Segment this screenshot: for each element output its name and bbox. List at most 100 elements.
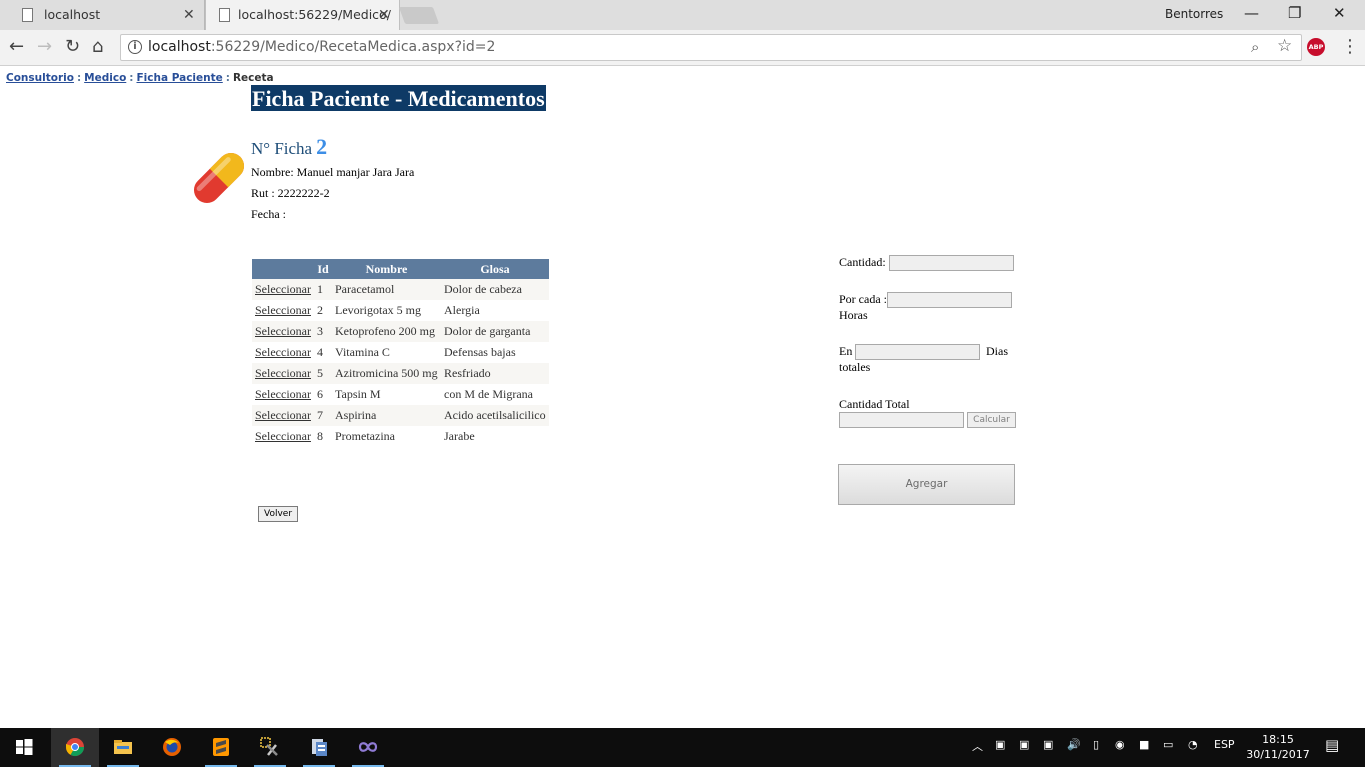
cantidad-total-input[interactable] <box>839 412 964 428</box>
close-tab-icon[interactable]: ✕ <box>378 0 390 30</box>
calcular-button[interactable]: Calcular <box>967 412 1016 428</box>
start-button[interactable] <box>0 728 48 767</box>
network-drive-icon[interactable]: ▣ <box>1019 738 1029 751</box>
close-window-icon[interactable]: ✕ <box>1333 4 1346 22</box>
taskbar-clock[interactable]: 18:15 30/11/2017 <box>1238 732 1318 762</box>
tab-title: localhost:56229/Medico/ <box>238 7 391 22</box>
breadcrumb-link-ficha-paciente[interactable]: Ficha Paciente <box>136 72 222 84</box>
cantidad-input[interactable] <box>889 255 1014 271</box>
profile-name[interactable]: Bentorres <box>1165 7 1223 21</box>
info-icon[interactable]: i <box>128 40 142 54</box>
select-link[interactable]: Seleccionar <box>255 408 311 422</box>
tab-title: localhost <box>44 7 101 22</box>
reload-icon[interactable]: ↻ <box>65 36 80 58</box>
select-link[interactable]: Seleccionar <box>255 324 311 338</box>
volver-button[interactable]: Volver <box>258 506 298 522</box>
sync-icon[interactable]: ◉ <box>1115 738 1125 751</box>
battery-icon[interactable]: ▭ <box>1163 738 1173 751</box>
cell-id: 7 <box>314 405 332 426</box>
cell-glosa: con M de Migrana <box>444 387 533 401</box>
breadcrumb-link-medico[interactable]: Medico <box>84 72 126 84</box>
browser-tab-localhost[interactable]: localhost ✕ <box>0 0 205 30</box>
taskbar-firefox[interactable] <box>148 728 196 767</box>
cell-nombre: Levorigotax 5 mg <box>335 303 421 317</box>
page-title: Ficha Paciente - Medicamentos <box>251 85 546 111</box>
language-indicator[interactable]: ESP <box>1214 738 1235 751</box>
horas-label: Horas <box>839 308 868 322</box>
cell-glosa: Defensas bajas <box>444 345 516 359</box>
cell-id: 4 <box>317 345 323 359</box>
taskbar-chrome[interactable] <box>51 728 99 767</box>
breadcrumb: Consultorio: Medico: Ficha Paciente: Receta <box>6 72 274 84</box>
cell-nombre: Vitamina C <box>335 345 390 359</box>
windows-taskbar: ︿ ▣ ▣ ▣ 🔊 ▯ ◉ ■ ▭ ◔ ESP 18:15 30/11/2017… <box>0 728 1365 767</box>
dias-input[interactable] <box>855 344 980 360</box>
taskbar-file-explorer[interactable] <box>99 728 147 767</box>
sql-server-icon <box>312 739 327 756</box>
select-link[interactable]: Seleccionar <box>255 303 311 317</box>
select-link[interactable]: Seleccionar <box>255 345 311 359</box>
firefox-icon <box>163 738 181 756</box>
volume-icon[interactable]: 🔊 <box>1067 738 1081 751</box>
home-icon[interactable]: ⌂ <box>92 36 103 58</box>
patient-fecha: Fecha : <box>251 207 286 221</box>
tools-icon <box>260 737 278 756</box>
security-icon[interactable]: ■ <box>1139 738 1149 751</box>
por-cada-label: Por cada : <box>839 292 887 306</box>
browser-menu-icon[interactable]: ⋮ <box>1341 36 1359 57</box>
minimize-icon[interactable]: — <box>1244 4 1259 22</box>
page-content: Consultorio: Medico: Ficha Paciente: Receta… <box>0 67 1365 728</box>
visual-studio-icon <box>358 742 378 752</box>
tray-overflow-icon[interactable]: ︿ <box>972 738 983 754</box>
table-row: Seleccionar 1 Paracetamol Dolor de cabez… <box>252 279 549 300</box>
page-icon <box>22 8 33 22</box>
select-link[interactable]: Seleccionar <box>255 366 311 380</box>
breadcrumb-current: Receta <box>232 72 274 84</box>
cell-nombre: Azitromicina 500 mg <box>332 363 441 384</box>
bookmark-star-icon[interactable]: ☆ <box>1277 36 1292 56</box>
table-row: Seleccionar 7 Aspirina Acido acetilsalic… <box>252 405 549 426</box>
table-row: Seleccionar 2 Levorigotax 5 mg Alergia <box>252 300 549 321</box>
adblock-plus-icon[interactable]: ABP <box>1307 38 1325 56</box>
medicamentos-table: Id Nombre Glosa Seleccionar 1 Paracetamo… <box>252 259 549 447</box>
cell-glosa: Jarabe <box>444 429 475 443</box>
pill-icon <box>193 152 245 204</box>
zoom-icon[interactable]: ⌕ <box>1251 38 1259 56</box>
table-row: Seleccionar 6 Tapsin M con M de Migrana <box>252 384 549 405</box>
por-cada-input[interactable] <box>887 292 1012 308</box>
address-bar[interactable]: i localhost:56229/Medico/RecetaMedica.as… <box>120 34 1302 61</box>
cell-nombre: Aspirina <box>332 405 441 426</box>
network-drive-icon[interactable]: ▣ <box>1043 738 1053 751</box>
en-label: En <box>839 344 853 358</box>
taskbar-sql-server[interactable] <box>295 728 343 767</box>
browser-tab-active[interactable]: localhost:56229/Medico/ ✕ <box>205 0 400 30</box>
forward-icon[interactable]: → <box>37 36 52 58</box>
cell-id: 8 <box>317 429 323 443</box>
cell-id: 1 <box>314 279 332 300</box>
select-link[interactable]: Seleccionar <box>255 387 311 401</box>
usb-icon[interactable]: ▯ <box>1093 738 1099 751</box>
action-center-icon[interactable]: ▤ <box>1325 736 1339 754</box>
cell-id: 6 <box>317 387 323 401</box>
select-link[interactable]: Seleccionar <box>255 282 311 296</box>
network-drive-icon[interactable]: ▣ <box>995 738 1005 751</box>
taskbar-tools[interactable] <box>246 728 294 767</box>
browser-tab-strip: localhost ✕ localhost:56229/Medico/ ✕ Be… <box>0 0 1365 30</box>
ficha-number: 2 <box>316 134 328 159</box>
cell-glosa: Resfriado <box>441 363 549 384</box>
start-icon <box>16 739 33 755</box>
cell-glosa: Dolor de garganta <box>441 321 549 342</box>
back-icon[interactable]: ← <box>9 36 24 58</box>
wifi-icon[interactable]: ◔ <box>1188 738 1198 751</box>
taskbar-sublime-text[interactable] <box>197 728 245 767</box>
taskbar-visual-studio[interactable] <box>344 728 392 767</box>
totales-label: totales <box>839 360 871 374</box>
cell-nombre: Ketoprofeno 200 mg <box>332 321 441 342</box>
close-tab-icon[interactable]: ✕ <box>183 0 195 30</box>
agregar-button[interactable]: Agregar <box>838 464 1015 505</box>
select-link[interactable]: Seleccionar <box>255 429 311 443</box>
table-row: Seleccionar 5 Azitromicina 500 mg Resfri… <box>252 363 549 384</box>
new-tab-button[interactable] <box>398 7 440 24</box>
breadcrumb-link-consultorio[interactable]: Consultorio <box>6 72 74 84</box>
restore-icon[interactable]: ❐ <box>1288 4 1301 22</box>
